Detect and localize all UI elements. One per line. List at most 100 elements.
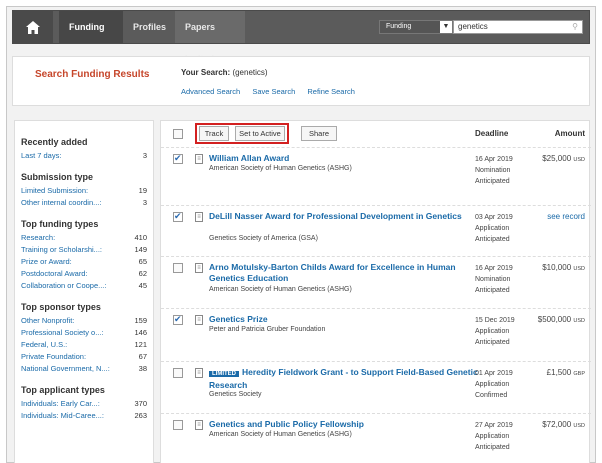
sidebar-filter-item[interactable]: Collaboration or Coope...: 45 <box>21 280 147 292</box>
sidebar-filter-label[interactable]: Training or Scholarshi...: <box>21 244 102 256</box>
result-row: ≡ William Allan Award American Society of … <box>161 147 591 205</box>
sidebar-filter-label[interactable]: Other internal coordin...: <box>21 197 101 209</box>
sidebar-filter-label[interactable]: Individuals: Early Car...: <box>21 398 100 410</box>
sidebar-filter-label[interactable]: Individuals: Mid-Caree...: <box>21 410 104 422</box>
sidebar-filter-item[interactable]: National Government, N...: 38 <box>21 363 147 375</box>
result-sponsor: Peter and Patricia Gruber Foundation <box>209 326 326 333</box>
deadline-column-header[interactable]: Deadline <box>475 129 508 138</box>
result-deadline: 27 Apr 2019 Application Anticipated <box>475 420 513 453</box>
sidebar-filter-item[interactable]: Individuals: Mid-Caree...: 263 <box>21 410 147 422</box>
result-amount: $25,000 USD <box>542 154 585 163</box>
sidebar-section-title: Submission type <box>21 172 94 182</box>
sidebar-filter-label[interactable]: Collaboration or Coope...: <box>21 280 106 292</box>
results-list: Track Set to Active Share Deadline Amoun… <box>160 120 591 463</box>
document-icon[interactable]: ≡ <box>195 315 203 325</box>
result-title-link[interactable]: DeLill Nasser Award for Professional Dev… <box>209 211 479 222</box>
sidebar-filter-item[interactable]: Research: 410 <box>21 232 147 244</box>
amount-column-header[interactable]: Amount <box>555 129 585 138</box>
tab-papers-invited[interactable]: Papers Invited <box>175 11 245 64</box>
search-input[interactable]: genetics ⚲ <box>453 20 583 34</box>
track-button[interactable]: Track <box>199 126 229 141</box>
sidebar-filter-label[interactable]: Prize or Award: <box>21 256 72 268</box>
sidebar-filter-item[interactable]: Individuals: Early Car...: 370 <box>21 398 147 410</box>
deadline-stage: Application <box>475 381 510 388</box>
result-checkbox[interactable] <box>173 368 183 378</box>
result-deadline: 15 Dec 2019 Application Anticipated <box>475 315 515 348</box>
deadline-date: 16 Apr 2019 <box>475 156 513 163</box>
result-sponsor: Genetics Society of America (GSA) <box>209 235 318 242</box>
your-search: Your Search: (genetics) <box>181 68 268 77</box>
document-icon[interactable]: ≡ <box>195 154 203 164</box>
result-row: ≡ DeLill Nasser Award for Professional De… <box>161 205 591 256</box>
sidebar-filter-label[interactable]: National Government, N...: <box>21 363 110 375</box>
result-checkbox[interactable] <box>173 263 183 273</box>
document-icon[interactable]: ≡ <box>195 263 203 273</box>
sidebar-filter-item[interactable]: Prize or Award: 65 <box>21 256 147 268</box>
set-to-active-button[interactable]: Set to Active <box>235 126 285 141</box>
sidebar-filter-label[interactable]: Last 7 days: <box>21 150 61 162</box>
sidebar-filter-item[interactable]: Private Foundation: 67 <box>21 351 147 363</box>
search-icon[interactable]: ⚲ <box>572 21 578 33</box>
sidebar-filter-item[interactable]: Professional Society o...: 146 <box>21 327 147 339</box>
sidebar-filter-item[interactable]: Other Nonprofit: 159 <box>21 315 147 327</box>
sidebar-filter-label[interactable]: Other Nonprofit: <box>21 315 74 327</box>
result-sponsor: American Society of Human Genetics (ASHG… <box>209 165 352 172</box>
home-button[interactable] <box>13 11 53 43</box>
result-deadline: 01 Apr 2019 Application Confirmed <box>475 368 513 401</box>
sidebar-filter-label[interactable]: Professional Society o...: <box>21 327 104 339</box>
sidebar-section-title: Recently added <box>21 137 88 147</box>
home-icon <box>26 20 40 34</box>
result-title-link[interactable]: Genetics Prize <box>209 314 479 325</box>
sidebar-filter-label[interactable]: Private Foundation: <box>21 351 86 363</box>
sidebar-filter-item[interactable]: Other internal coordin...: 3 <box>21 197 147 209</box>
result-checkbox[interactable] <box>173 314 183 325</box>
result-checkbox[interactable] <box>173 153 183 164</box>
sidebar-filter-count: 3 <box>142 151 147 160</box>
results-toolbar: Track Set to Active Share Deadline Amoun… <box>161 121 591 147</box>
share-button[interactable]: Share <box>301 126 337 141</box>
tab-profiles[interactable]: Profiles <box>123 11 175 43</box>
sidebar-filter-item[interactable]: Last 7 days: 3 <box>21 150 147 162</box>
see-record-link[interactable]: see record <box>547 212 585 221</box>
sidebar-filter-item[interactable]: Postdoctoral Award: 62 <box>21 268 147 280</box>
limited-badge: LIMITED <box>209 371 239 377</box>
search-input-value: genetics <box>458 22 488 31</box>
document-icon[interactable]: ≡ <box>195 420 203 430</box>
sidebar-filter-count: 38 <box>138 364 147 373</box>
sidebar-filter-label[interactable]: Limited Submission: <box>21 185 88 197</box>
result-title-link[interactable]: LIMITED Heredity Fieldwork Grant - to Sup… <box>209 367 479 391</box>
sidebar-filter-label[interactable]: Research: <box>21 232 55 244</box>
result-amount: $10,000 USD <box>542 263 585 272</box>
refine-search-link[interactable]: Refine Search <box>307 87 355 96</box>
amount-currency: GBP <box>573 371 585 377</box>
save-search-link[interactable]: Save Search <box>252 87 295 96</box>
tab-funding[interactable]: Funding <box>59 11 123 43</box>
amount-value: $500,000 <box>537 315 572 324</box>
search-type-select[interactable]: Funding ▼ <box>379 20 453 34</box>
deadline-date: 03 Apr 2019 <box>475 214 513 221</box>
deadline-status: Anticipated <box>475 339 510 346</box>
result-deadline: 03 Apr 2019 Application Anticipated <box>475 212 513 245</box>
search-links: Advanced Search Save Search Refine Searc… <box>181 87 365 96</box>
document-icon[interactable]: ≡ <box>195 212 203 222</box>
sidebar-filter-count: 45 <box>138 281 147 290</box>
result-checkbox[interactable] <box>173 211 183 222</box>
result-title-link[interactable]: Genetics and Public Policy Fellowship <box>209 419 479 430</box>
result-title-link[interactable]: Arno Motulsky-Barton Childs Award for Ex… <box>209 262 479 284</box>
document-icon[interactable]: ≡ <box>195 368 203 378</box>
result-amount[interactable]: see record <box>547 212 585 221</box>
select-all-checkbox[interactable] <box>173 129 183 139</box>
result-sponsor: Genetics Society <box>209 391 262 398</box>
search-type-value: Funding <box>386 23 412 30</box>
result-title-link[interactable]: William Allan Award <box>209 153 479 164</box>
sidebar-filter-item[interactable]: Limited Submission: 19 <box>21 185 147 197</box>
deadline-status: Anticipated <box>475 236 510 243</box>
result-checkbox[interactable] <box>173 420 183 430</box>
sidebar-filter-label[interactable]: Federal, U.S.: <box>21 339 67 351</box>
sidebar-filter-label[interactable]: Postdoctoral Award: <box>21 268 88 280</box>
sidebar-filter-count: 410 <box>134 233 147 242</box>
sidebar-filter-item[interactable]: Training or Scholarshi...: 149 <box>21 244 147 256</box>
sidebar-filter-item[interactable]: Federal, U.S.: 121 <box>21 339 147 351</box>
advanced-search-link[interactable]: Advanced Search <box>181 87 240 96</box>
sidebar-filter-count: 67 <box>138 352 147 361</box>
